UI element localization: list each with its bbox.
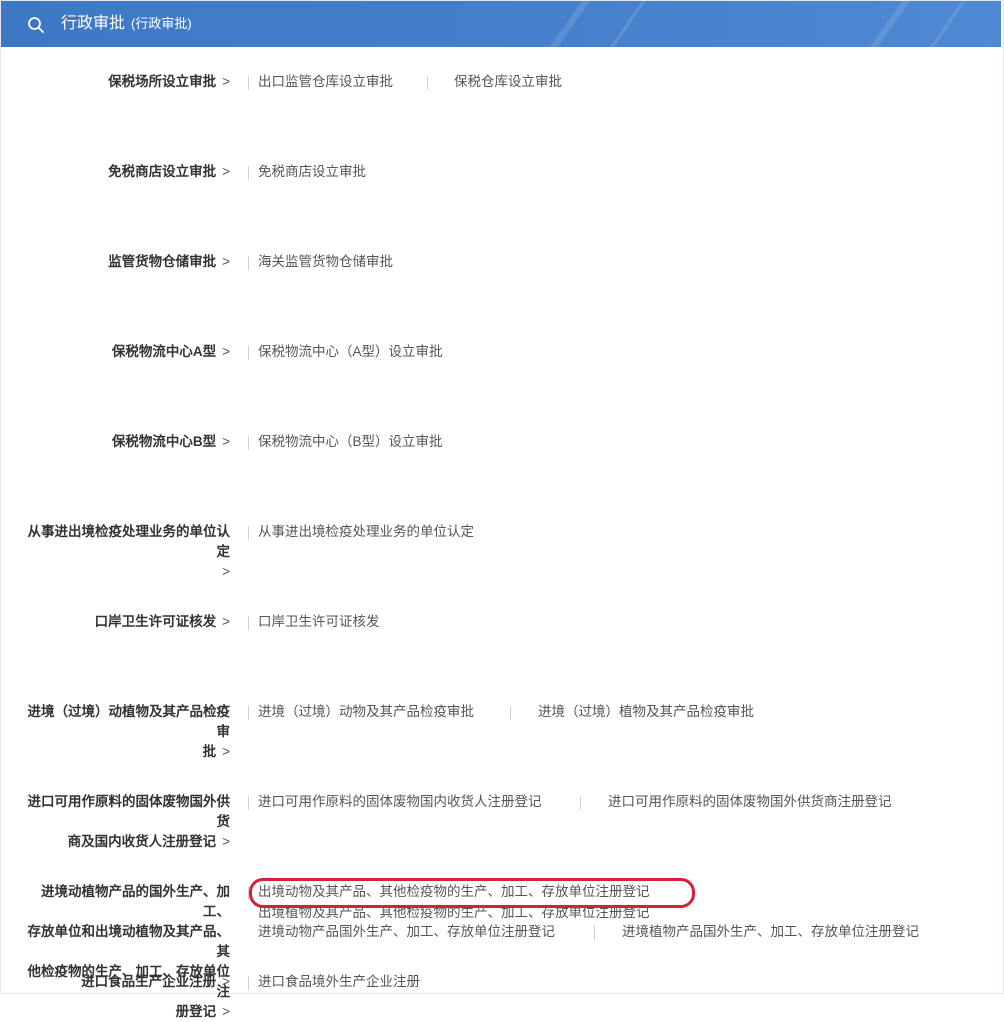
divider [248,526,249,540]
item-link[interactable]: 保税仓库设立审批 [454,72,562,92]
divider [248,976,249,990]
category-label: 进口食品生产企业注册 [81,974,217,989]
chevron-right-icon: > [222,254,230,269]
category-imported-food-enterprise[interactable]: 进口食品生产企业注册 > [18,972,230,992]
header-decoration [852,1,918,47]
divider [427,76,428,90]
category-label: 保税物流中心A型 [111,344,217,359]
category-label: 进境（过境）动植物及其产品检疫审 [27,704,231,739]
item-link[interactable]: 口岸卫生许可证核发 [258,612,380,632]
category-solid-waste-registration[interactable]: 进口可用作原料的固体废物国外供货商及国内收货人注册登记 > [18,792,231,852]
chevron-right-icon: > [222,744,230,759]
category-label: 批 [202,744,217,759]
item-link[interactable]: 进境动物产品国外生产、加工、存放单位注册登记 [258,922,555,942]
search-icon[interactable] [27,16,45,34]
chevron-right-icon: > [222,1004,230,1019]
category-label: 商及国内收货人注册登记 [67,834,217,849]
category-label: 保税场所设立审批 [108,74,217,89]
chevron-right-icon: > [222,614,230,629]
item-link-highlighted[interactable]: 出境动物及其产品、其他检疫物的生产、加工、存放单位注册登记 [258,882,650,902]
chevron-right-icon: > [222,74,230,89]
category-label: 存放单位和出境动植物及其产品、其 [27,924,231,959]
page-subtitle: (行政审批) [131,16,192,31]
category-label: 从事进出境检疫处理业务的单位认定 [27,524,231,559]
category-quarantine-treatment-unit[interactable]: 从事进出境检疫处理业务的单位认定 > [18,522,231,582]
divider [248,76,249,90]
page-title: 行政审批 (行政审批) [61,14,192,34]
page-title-text: 行政审批 [61,15,126,32]
divider [248,166,249,180]
category-port-health-license[interactable]: 口岸卫生许可证核发 > [18,612,230,632]
category-animal-plant-product-unit-registration[interactable]: 进境动植物产品的国外生产、加工、 存放单位和出境动植物及其产品、其 他检疫物的生产、… [18,882,231,1022]
item-link[interactable]: 进境（过境）植物及其产品检疫审批 [538,702,754,722]
header-decoration [912,1,974,47]
chevron-right-icon: > [222,434,230,449]
divider [248,256,249,270]
item-link[interactable]: 进境（过境）动物及其产品检疫审批 [258,702,474,722]
category-label: 监管货物仓储审批 [108,254,217,269]
category-supervised-goods-storage[interactable]: 监管货物仓储审批 > [18,252,230,272]
item-link[interactable]: 进口可用作原料的固体废物国外供货商注册登记 [608,792,892,812]
category-label: 免税商店设立审批 [108,164,217,179]
divider [510,706,511,720]
category-label: 口岸卫生许可证核发 [94,614,217,629]
divider [248,616,249,630]
chevron-right-icon: > [222,164,230,179]
category-logistics-center-a[interactable]: 保税物流中心A型 > [18,342,230,362]
item-link[interactable]: 出口监管仓库设立审批 [258,72,393,92]
header-decoration [592,1,654,47]
category-label: 保税物流中心B型 [111,434,217,449]
category-logistics-center-b[interactable]: 保税物流中心B型 > [18,432,230,452]
chevron-right-icon: > [222,974,230,989]
header-decoration [532,1,598,47]
divider [248,796,249,810]
item-link[interactable]: 保税物流中心（A型）设立审批 [258,342,443,362]
item-link[interactable]: 海关监管货物仓储审批 [258,252,393,272]
category-entry-quarantine-approval[interactable]: 进境（过境）动植物及其产品检疫审批 > [18,702,231,762]
divider [248,886,249,900]
item-link[interactable]: 进境植物产品国外生产、加工、存放单位注册登记 [622,922,919,942]
item-link[interactable]: 进口食品境外生产企业注册 [258,972,420,992]
item-link[interactable]: 免税商店设立审批 [258,162,366,182]
item-link[interactable]: 进口可用作原料的固体废物国内收货人注册登记 [258,792,542,812]
category-duty-free-shop[interactable]: 免税商店设立审批 > [18,162,230,182]
chevron-right-icon: > [222,834,230,849]
divider [248,436,249,450]
item-link[interactable]: 从事进出境检疫处理业务的单位认定 [258,522,474,542]
chevron-right-icon: > [222,564,230,579]
header-bar: 行政审批 (行政审批) [1,1,1001,47]
item-link[interactable]: 保税物流中心（B型）设立审批 [258,432,443,452]
chevron-right-icon: > [222,344,230,359]
divider [580,796,581,810]
item-link[interactable]: 出境植物及其产品、其他检疫物的生产、加工、存放单位注册登记 [258,903,650,923]
divider [248,346,249,360]
category-bonded-site-approval[interactable]: 保税场所设立审批 > [18,72,230,92]
category-label: 册登记 [175,1004,217,1019]
category-label: 进口可用作原料的固体废物国外供货 [27,794,231,829]
divider [248,706,249,720]
category-label: 进境动植物产品的国外生产、加工、 [41,884,230,919]
divider [594,926,595,940]
